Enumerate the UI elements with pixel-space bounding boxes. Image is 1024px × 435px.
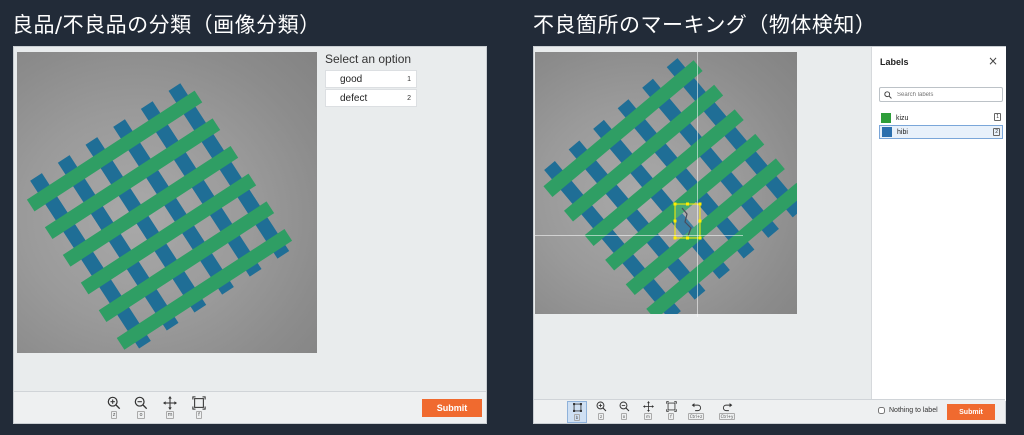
lattice-image [26, 83, 293, 350]
nothing-to-label-checkbox[interactable] [878, 407, 885, 414]
pan-button[interactable]: m [160, 396, 180, 420]
fit-button[interactable]: f [661, 401, 681, 423]
zoom-in-icon [107, 396, 121, 410]
crosshair-horizontal [535, 235, 743, 236]
move-icon [163, 396, 177, 410]
zoom-in-icon [596, 401, 606, 412]
fit-screen-icon [665, 401, 677, 412]
label-item-kizu[interactable]: kizu 1 [879, 111, 1003, 125]
bounding-box-tool[interactable]: b [567, 401, 587, 423]
classification-panel: Select an option good 1 defect 2 z o m f… [13, 46, 487, 424]
image-canvas[interactable] [535, 52, 797, 314]
option-hotkey: 2 [407, 95, 411, 102]
label-hotkey: 1 [994, 113, 1001, 121]
zoom-out-icon [619, 401, 629, 412]
option-hotkey: 1 [407, 76, 411, 83]
classification-toolbar: z o m f Submit [14, 391, 486, 423]
zoom-in-button[interactable]: z [104, 396, 124, 420]
redo-button[interactable]: Ctrl+y [717, 401, 737, 423]
hotkey: Ctrl+y [718, 413, 736, 420]
detection-title: 不良箇所のマーキング（物体検知） [533, 13, 877, 37]
detection-panel: Labels × kizu 1 hibi 2 b z o [533, 46, 1006, 424]
nothing-to-label-text: Nothing to label [889, 407, 938, 414]
undo-button[interactable]: Ctrl+z [686, 401, 706, 423]
submit-button[interactable]: Submit [947, 404, 995, 420]
zoom-out-button[interactable]: o [131, 396, 151, 420]
options-panel: Select an option good 1 defect 2 [325, 52, 417, 108]
close-button[interactable]: × [988, 55, 998, 67]
image-canvas[interactable] [17, 52, 317, 353]
hotkey: m [644, 413, 652, 420]
nothing-to-label[interactable]: Nothing to label [878, 407, 938, 414]
fit-screen-icon [192, 396, 206, 410]
search-input[interactable] [897, 91, 997, 98]
option-defect[interactable]: defect 2 [325, 89, 417, 107]
bounding-box-icon [572, 403, 582, 412]
detection-toolbar: b z o m f Ctrl+z Ctrl+y Nothing to label… [534, 399, 1005, 423]
pan-button[interactable]: m [638, 401, 658, 423]
zoom-in-button[interactable]: z [591, 401, 611, 423]
hotkey: z [110, 411, 118, 419]
lattice-image [543, 58, 797, 314]
crosshair-vertical [697, 52, 698, 317]
hotkey: o [620, 413, 628, 420]
label-name: kizu [896, 114, 909, 122]
hotkey: b [573, 414, 581, 421]
options-title: Select an option [325, 52, 412, 66]
label-color-swatch [882, 127, 892, 137]
hotkey: m [165, 411, 175, 419]
zoom-out-button[interactable]: o [614, 401, 634, 423]
label-color-swatch [881, 113, 891, 123]
label-search [879, 87, 1003, 102]
option-good[interactable]: good 1 [325, 70, 417, 88]
option-label: defect [340, 93, 368, 104]
hotkey: o [137, 411, 145, 419]
zoom-out-icon [134, 396, 148, 410]
hotkey: Ctrl+z [687, 413, 705, 420]
fit-button[interactable]: f [189, 396, 209, 420]
hotkey: f [196, 411, 202, 419]
hotkey: f [668, 413, 674, 420]
redo-icon [722, 403, 732, 412]
label-item-hibi[interactable]: hibi 2 [879, 125, 1003, 139]
option-label: good [340, 74, 363, 85]
submit-button[interactable]: Submit [422, 399, 482, 417]
label-hotkey: 2 [993, 128, 1000, 136]
hotkey: z [597, 413, 605, 420]
undo-icon [691, 403, 701, 412]
classification-title: 良品/不良品の分類（画像分類） [12, 13, 321, 37]
search-icon [884, 90, 892, 99]
label-name: hibi [897, 128, 908, 136]
labels-header: Labels [880, 57, 909, 67]
labels-panel: Labels × kizu 1 hibi 2 [871, 47, 1006, 401]
move-icon [642, 401, 654, 412]
